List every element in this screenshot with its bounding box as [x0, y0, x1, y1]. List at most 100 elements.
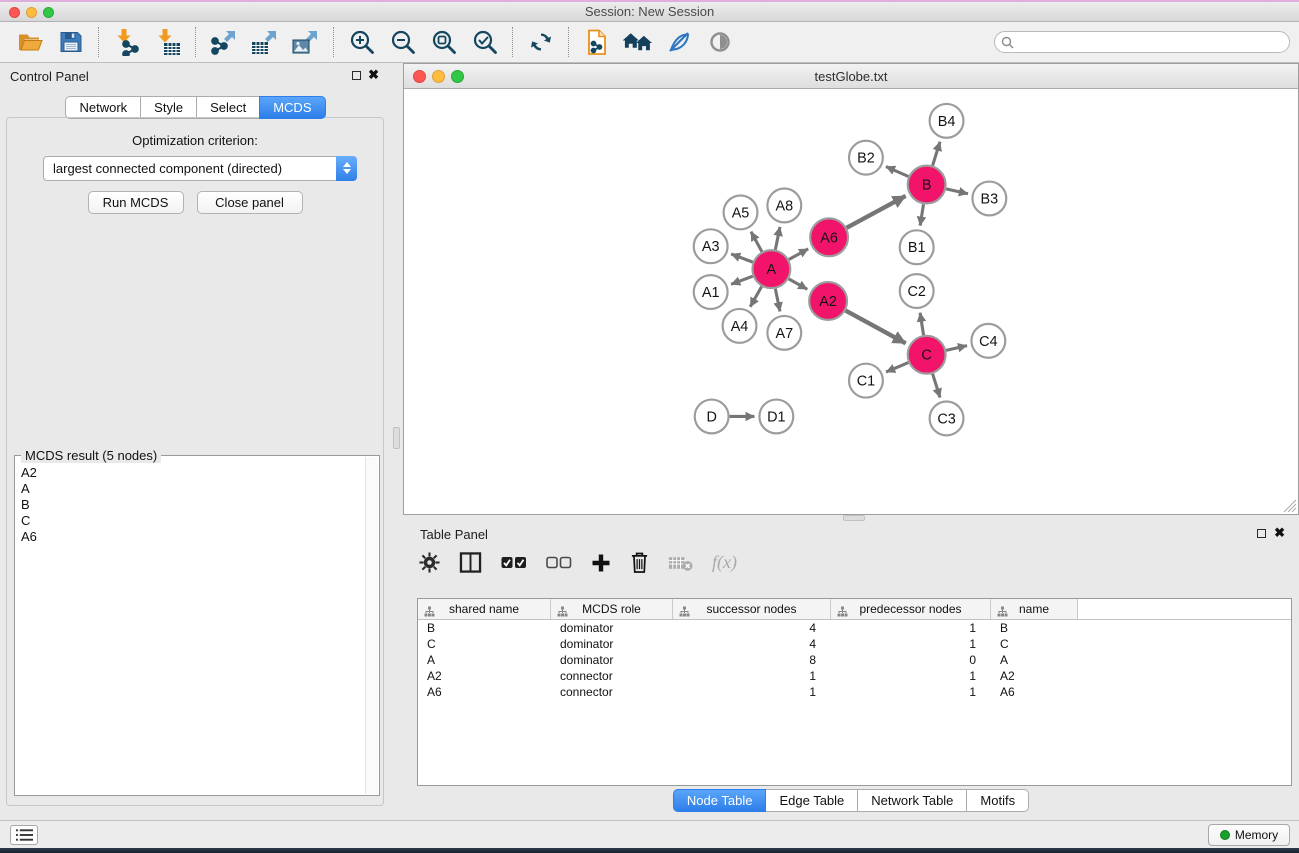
add-column-button[interactable]: [591, 553, 611, 573]
tab-motifs[interactable]: Motifs: [966, 789, 1029, 812]
delete-columns-button[interactable]: [630, 551, 649, 574]
criterion-dropdown[interactable]: largest connected component (directed): [43, 156, 357, 181]
birdseye-view-button[interactable]: [699, 25, 740, 59]
task-history-button[interactable]: [10, 825, 38, 845]
vertical-splitter-handle[interactable]: [393, 427, 400, 449]
result-item-a[interactable]: A: [16, 481, 365, 497]
result-item-a2[interactable]: A2: [16, 465, 365, 481]
graphics-details-button[interactable]: [658, 25, 699, 59]
table-row-b[interactable]: Bdominator41B: [418, 620, 1291, 636]
export-image-button[interactable]: [285, 25, 326, 59]
network-zoom-button[interactable]: [451, 70, 464, 83]
column-header-label: MCDS role: [551, 602, 672, 616]
minimize-window-button[interactable]: [26, 7, 37, 18]
tab-style[interactable]: Style: [140, 96, 197, 119]
tab-select[interactable]: Select: [196, 96, 260, 119]
graph-edge-B-B1[interactable]: [920, 204, 923, 225]
graph-edge-C-C1[interactable]: [886, 363, 908, 372]
tab-network-table[interactable]: Network Table: [857, 789, 967, 812]
import-network-button[interactable]: [106, 25, 147, 59]
cell-MCDS-role: connector: [551, 669, 673, 683]
clone-network-button[interactable]: [576, 25, 617, 59]
import-table-button[interactable]: [147, 25, 188, 59]
screen: Session: New Session: [0, 0, 1299, 853]
graph-edge-C-C4[interactable]: [946, 346, 967, 351]
zoom-window-button[interactable]: [43, 7, 54, 18]
column-header-shared-name[interactable]: shared name: [418, 599, 551, 619]
control-panel-header: Control Panel ✖: [0, 63, 391, 89]
graphics-details-icon: [667, 30, 691, 54]
show-columns-button[interactable]: [459, 552, 482, 573]
close-panel-icon[interactable]: ✖: [368, 67, 379, 83]
zoom-in-button[interactable]: [341, 25, 382, 59]
refresh-layout-button[interactable]: [520, 25, 561, 59]
graph-edge-A-A3[interactable]: [731, 254, 753, 262]
column-header-name[interactable]: name: [991, 599, 1078, 619]
column-header-predecessor-nodes[interactable]: predecessor nodes: [831, 599, 991, 619]
open-session-button[interactable]: [9, 25, 50, 59]
run-mcds-button[interactable]: Run MCDS: [88, 191, 184, 214]
graph-edge-A-A5[interactable]: [751, 232, 762, 252]
result-item-c[interactable]: C: [16, 513, 365, 529]
table-row-c[interactable]: Cdominator41C: [418, 636, 1291, 652]
column-header-label: successor nodes: [673, 602, 830, 616]
graph-edge-A-A8[interactable]: [775, 227, 780, 250]
tab-edge-table[interactable]: Edge Table: [765, 789, 858, 812]
graph-node-label-B1: B1: [908, 240, 926, 256]
close-panel-button[interactable]: Close panel: [197, 191, 303, 214]
cell-shared-name: A6: [418, 685, 551, 699]
float-table-panel-icon[interactable]: [1257, 529, 1266, 538]
column-header-successor-nodes[interactable]: successor nodes: [673, 599, 831, 619]
save-session-button[interactable]: [50, 25, 91, 59]
graph-edge-A-A2[interactable]: [789, 279, 808, 289]
deselect-all-rows-button[interactable]: [546, 556, 572, 570]
table-options-button[interactable]: [419, 552, 440, 573]
resize-grip-icon[interactable]: [1283, 499, 1297, 513]
close-table-panel-icon[interactable]: ✖: [1274, 525, 1285, 541]
refresh-layout-icon: [529, 30, 553, 54]
graph-edge-C-C3[interactable]: [933, 374, 940, 398]
graph-edge-A-A1[interactable]: [731, 276, 753, 284]
result-list-scrollbar[interactable]: [365, 457, 378, 794]
show-columns-icon: [459, 552, 482, 573]
cell-MCDS-role: dominator: [551, 621, 673, 635]
network-canvas[interactable]: AA1A2A3A4A5A6A7A8BB1B2B3B4CC1C2C3C4DD1: [405, 89, 1297, 513]
result-item-a6[interactable]: A6: [16, 529, 365, 545]
tab-mcds[interactable]: MCDS: [259, 96, 325, 119]
graph-edge-A6-B[interactable]: [847, 196, 906, 228]
zoom-out-button[interactable]: [382, 25, 423, 59]
graph-node-label-B3: B3: [981, 191, 999, 207]
graph-edge-B-B4[interactable]: [933, 142, 940, 166]
float-panel-icon[interactable]: [352, 71, 361, 80]
graph-node-label-A5: A5: [732, 205, 750, 221]
search-input[interactable]: [994, 31, 1290, 53]
home-button[interactable]: [617, 25, 658, 59]
network-minimize-button[interactable]: [432, 70, 445, 83]
table-panel: Table Panel ✖: [403, 521, 1299, 817]
table-row-a[interactable]: Adominator80A: [418, 652, 1291, 668]
graph-edge-A-A4[interactable]: [750, 287, 761, 307]
network-close-button[interactable]: [413, 70, 426, 83]
result-item-b[interactable]: B: [16, 497, 365, 513]
graph-edge-B-B3[interactable]: [946, 189, 968, 194]
function-builder-button[interactable]: f(x): [712, 552, 737, 573]
graph-edge-A2-C[interactable]: [846, 311, 906, 344]
graph-edge-B-B2[interactable]: [886, 167, 908, 177]
tab-node-table[interactable]: Node Table: [673, 789, 767, 812]
graph-edge-A-A7[interactable]: [775, 289, 780, 312]
export-table-button[interactable]: [244, 25, 285, 59]
graph-edge-C-C2[interactable]: [920, 313, 923, 335]
table-row-a2[interactable]: A2connector11A2: [418, 668, 1291, 684]
zoom-fit-button[interactable]: [423, 25, 464, 59]
delete-table-button[interactable]: [668, 554, 693, 572]
column-header-MCDS-role[interactable]: MCDS role: [551, 599, 673, 619]
zoom-selected-button[interactable]: [464, 25, 505, 59]
select-all-rows-button[interactable]: [501, 556, 527, 570]
close-window-button[interactable]: [9, 7, 20, 18]
memory-button[interactable]: Memory: [1208, 824, 1290, 846]
network-view-window: testGlobe.txt AA1A2A3A4A5A6A7A8BB1B2B3B4…: [403, 63, 1299, 515]
export-network-button[interactable]: [203, 25, 244, 59]
table-row-a6[interactable]: A6connector11A6: [418, 684, 1291, 700]
tab-network[interactable]: Network: [65, 96, 141, 119]
graph-edge-A-A6[interactable]: [789, 249, 808, 260]
